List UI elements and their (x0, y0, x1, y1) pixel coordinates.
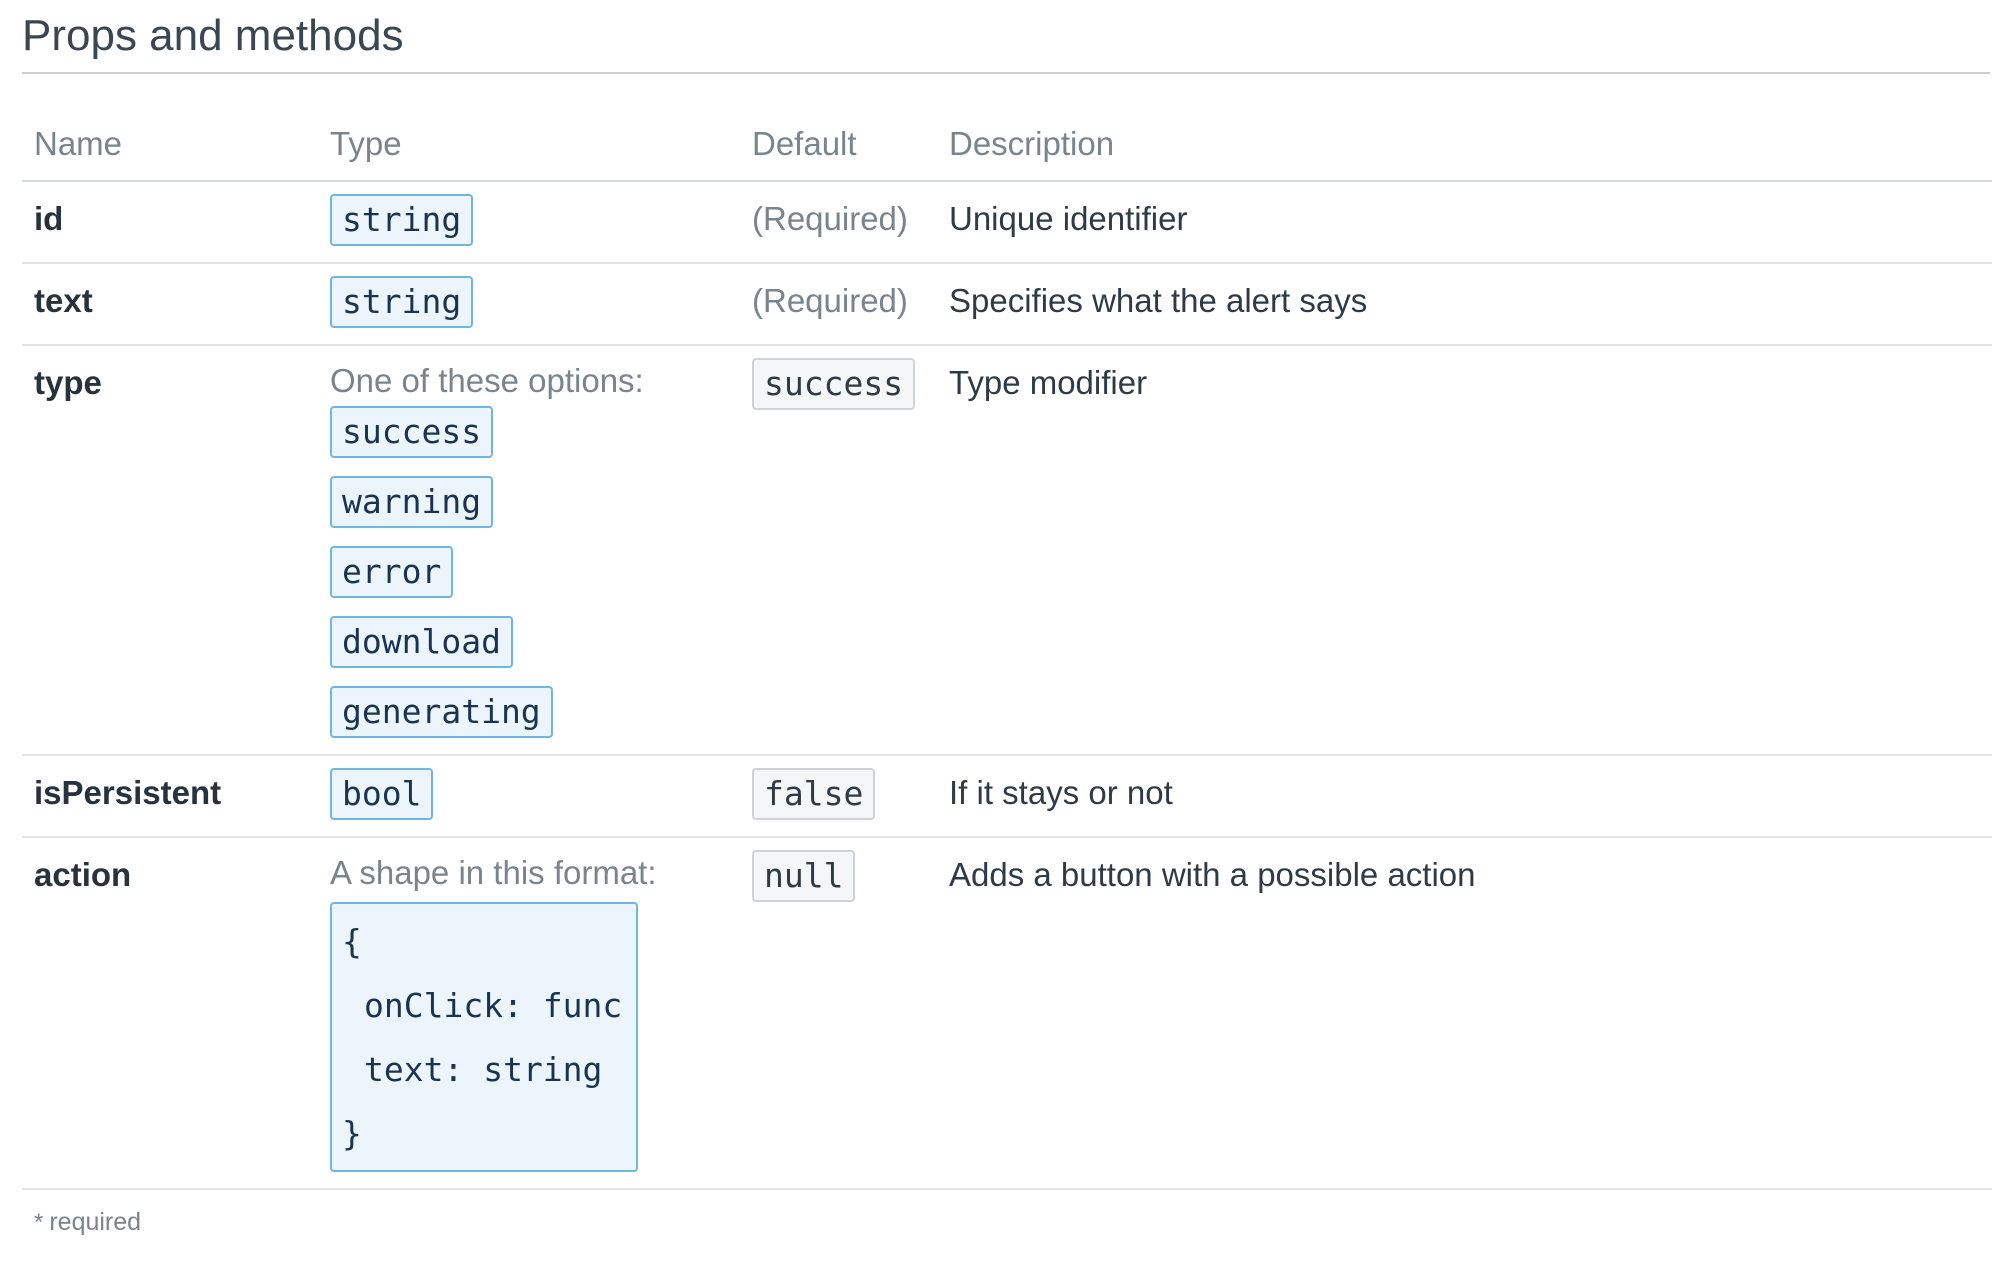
type-code: string (330, 194, 474, 246)
prop-default-cell: (Required) (740, 263, 937, 346)
prop-default-cell: null (740, 837, 937, 1190)
prop-name: type (34, 364, 102, 401)
prop-description-cell: Adds a button with a possible action (937, 837, 1992, 1190)
prop-name-cell: id (22, 181, 318, 264)
prop-default-cell: success (740, 345, 937, 756)
prop-description-cell: If it stays or not (937, 755, 1992, 838)
option-code: error (330, 546, 454, 598)
prop-default-cell: false (740, 755, 937, 838)
default-code: success (752, 358, 916, 410)
prop-name-cell: action (22, 837, 318, 1190)
prop-name: action (34, 856, 132, 893)
props-section: Props and methods Name Type Default Desc… (0, 0, 2012, 1237)
prop-description-cell: Type modifier (937, 345, 1992, 756)
table-row: id string (Required) Unique identifier (22, 181, 1992, 264)
type-note: A shape in this format: (330, 854, 657, 891)
table-row: isPersistent bool false If it stays or n… (22, 755, 1992, 838)
list-item: error (330, 546, 728, 598)
prop-description: Unique identifier (949, 200, 1188, 237)
prop-default-cell: (Required) (740, 181, 937, 264)
option-list: success warning error download generatin… (330, 406, 728, 738)
type-note: One of these options: (330, 362, 644, 399)
prop-description-cell: Specifies what the alert says (937, 263, 1992, 346)
column-header-default: Default (740, 124, 937, 182)
prop-name-cell: type (22, 345, 318, 756)
required-footnote: * required (22, 1208, 1990, 1237)
shape-line-onclick: onClick: func (364, 986, 623, 1025)
shape-open-brace: { (342, 922, 362, 961)
prop-name-cell: text (22, 263, 318, 346)
shape-close-brace: } (342, 1114, 362, 1153)
prop-name: id (34, 200, 64, 237)
shape-line-text: text: string (364, 1050, 603, 1089)
prop-type-cell: One of these options: success warning er… (318, 345, 740, 756)
prop-type-cell: A shape in this format: { onClick: func … (318, 837, 740, 1190)
prop-name-cell: isPersistent (22, 755, 318, 838)
prop-description: Type modifier (949, 364, 1148, 401)
prop-description: If it stays or not (949, 774, 1173, 811)
type-code: bool (330, 768, 434, 820)
type-code: string (330, 276, 474, 328)
table-row: text string (Required) Specifies what th… (22, 263, 1992, 346)
table-header-row: Name Type Default Description (22, 124, 1992, 182)
table-row: action A shape in this format: { onClick… (22, 837, 1992, 1190)
prop-description: Specifies what the alert says (949, 282, 1368, 319)
prop-name: text (34, 282, 93, 319)
column-header-name: Name (22, 124, 318, 182)
prop-description: Adds a button with a possible action (949, 856, 1476, 893)
asterisk-icon: * (34, 1209, 44, 1236)
default-code: false (752, 768, 876, 820)
column-header-description: Description (937, 124, 1992, 182)
prop-description-cell: Unique identifier (937, 181, 1992, 264)
props-table: Name Type Default Description id string … (22, 124, 1992, 1190)
default-code: null (752, 850, 856, 902)
column-header-type: Type (318, 124, 740, 182)
default-required-text: (Required) (752, 282, 908, 319)
prop-name: isPersistent (34, 774, 222, 811)
shape-code-block: { onClick: func text: string } (330, 902, 638, 1172)
section-heading: Props and methods (22, 8, 1990, 74)
option-code: download (330, 616, 513, 668)
list-item: warning (330, 476, 728, 528)
prop-type-cell: string (318, 263, 740, 346)
list-item: generating (330, 686, 728, 738)
table-row: type One of these options: success warni… (22, 345, 1992, 756)
prop-type-cell: bool (318, 755, 740, 838)
prop-type-cell: string (318, 181, 740, 264)
default-required-text: (Required) (752, 200, 908, 237)
list-item: download (330, 616, 728, 668)
list-item: success (330, 406, 728, 458)
option-code: warning (330, 476, 494, 528)
option-code: success (330, 406, 494, 458)
option-code: generating (330, 686, 553, 738)
footnote-text: required (49, 1208, 142, 1236)
